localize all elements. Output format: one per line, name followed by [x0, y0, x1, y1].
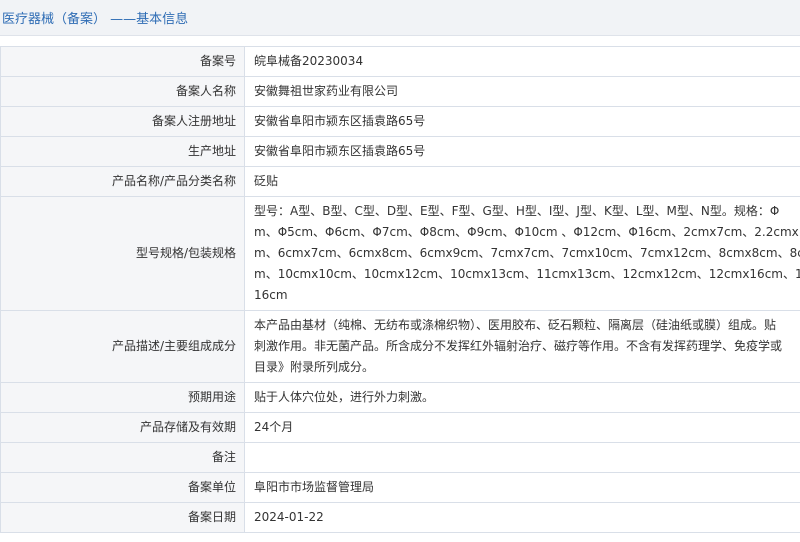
model-spec-label: 型号规格/包装规格 — [0, 196, 245, 311]
registrant-name-value: 安徽舞祖世家药业有限公司 — [244, 76, 800, 107]
value-line: 砭贴 — [254, 174, 279, 188]
value-line: 本产品由基材（纯棉、无纺布或涤棉织物）、医用胶布、砭石颗粒、隔离层（硅油纸或膜）… — [254, 318, 777, 332]
production-address-value: 安徽省阜阳市颍东区插袁路65号 — [244, 136, 800, 167]
value-line: m、6cmx7cm、6cmx8cm、6cmx9cm、7cmx7cm、7cmx10… — [254, 246, 800, 260]
value-line: 安徽省阜阳市颍东区插袁路65号 — [254, 144, 426, 158]
value-line: 24个月 — [254, 420, 294, 434]
value-line: 目录》附录所列成分。 — [254, 360, 375, 374]
remarks-value — [244, 442, 800, 473]
production-address-label: 生产地址 — [0, 136, 245, 167]
value-line: 阜阳市市场监督管理局 — [254, 480, 375, 494]
value-line: m、10cmx10cm、10cmx12cm、10cmx13cm、11cmx13c… — [254, 267, 800, 281]
intended-use-label: 预期用途 — [0, 382, 245, 413]
row-remarks: 备注 — [0, 442, 800, 473]
value-line: m、Φ5cm、Φ6cm、Φ7cm、Φ8cm、Φ9cm、Φ10cm 、Φ12cm、… — [254, 225, 799, 239]
row-storage-validity: 产品存储及有效期 24个月 — [0, 412, 800, 443]
intended-use-value: 贴于人体穴位处，进行外力刺激。 — [244, 382, 800, 413]
page-header: 医疗器械（备案） ——基本信息 — [0, 0, 800, 36]
value-line: 2024-01-22 — [254, 510, 324, 524]
product-name-value: 砭贴 — [244, 166, 800, 197]
row-product-description: 产品描述/主要组成成分 本产品由基材（纯棉、无纺布或涤棉织物）、医用胶布、砭石颗… — [0, 310, 800, 383]
value-line: 安徽舞祖世家药业有限公司 — [254, 84, 399, 98]
row-filing-number: 备案号 皖阜械备20230034 — [0, 46, 800, 77]
filing-date-label: 备案日期 — [0, 502, 245, 533]
registrant-name-label: 备案人名称 — [0, 76, 245, 107]
filing-number-label: 备案号 — [0, 46, 245, 77]
filing-authority-value: 阜阳市市场监督管理局 — [244, 472, 800, 503]
info-table: 备案号 皖阜械备20230034 备案人名称 安徽舞祖世家药业有限公司 备案人注… — [0, 46, 800, 533]
row-model-spec: 型号规格/包装规格 型号：A型、B型、C型、D型、E型、F型、G型、H型、I型、… — [0, 196, 800, 311]
page-title: 医疗器械（备案） ——基本信息 — [2, 12, 189, 27]
product-description-value: 本产品由基材（纯棉、无纺布或涤棉织物）、医用胶布、砭石颗粒、隔离层（硅油纸或膜）… — [244, 310, 800, 383]
filing-number-value: 皖阜械备20230034 — [244, 46, 800, 77]
value-line: 16cm — [254, 288, 288, 302]
value-line: 型号：A型、B型、C型、D型、E型、F型、G型、H型、I型、J型、K型、L型、M… — [254, 204, 780, 218]
model-spec-value: 型号：A型、B型、C型、D型、E型、F型、G型、H型、I型、J型、K型、L型、M… — [244, 196, 800, 311]
storage-validity-label: 产品存储及有效期 — [0, 412, 245, 443]
row-production-address: 生产地址 安徽省阜阳市颍东区插袁路65号 — [0, 136, 800, 167]
product-name-label: 产品名称/产品分类名称 — [0, 166, 245, 197]
product-description-label: 产品描述/主要组成成分 — [0, 310, 245, 383]
value-line: 皖阜械备20230034 — [254, 54, 364, 68]
filing-date-value: 2024-01-22 — [244, 502, 800, 533]
row-product-name: 产品名称/产品分类名称 砭贴 — [0, 166, 800, 197]
value-line: 刺激作用。非无菌产品。所含成分不发挥红外辐射治疗、磁疗等作用。不含有发挥药理学、… — [254, 339, 783, 353]
value-line: 贴于人体穴位处，进行外力刺激。 — [254, 390, 435, 404]
header-gap — [0, 36, 800, 46]
row-intended-use: 预期用途 贴于人体穴位处，进行外力刺激。 — [0, 382, 800, 413]
value-line: 安徽省阜阳市颍东区插袁路65号 — [254, 114, 426, 128]
row-filing-authority: 备案单位 阜阳市市场监督管理局 — [0, 472, 800, 503]
row-registrant-address: 备案人注册地址 安徽省阜阳市颍东区插袁路65号 — [0, 106, 800, 137]
remarks-label: 备注 — [0, 442, 245, 473]
row-registrant-name: 备案人名称 安徽舞祖世家药业有限公司 — [0, 76, 800, 107]
storage-validity-value: 24个月 — [244, 412, 800, 443]
registrant-address-value: 安徽省阜阳市颍东区插袁路65号 — [244, 106, 800, 137]
row-filing-date: 备案日期 2024-01-22 — [0, 502, 800, 533]
filing-authority-label: 备案单位 — [0, 472, 245, 503]
registrant-address-label: 备案人注册地址 — [0, 106, 245, 137]
